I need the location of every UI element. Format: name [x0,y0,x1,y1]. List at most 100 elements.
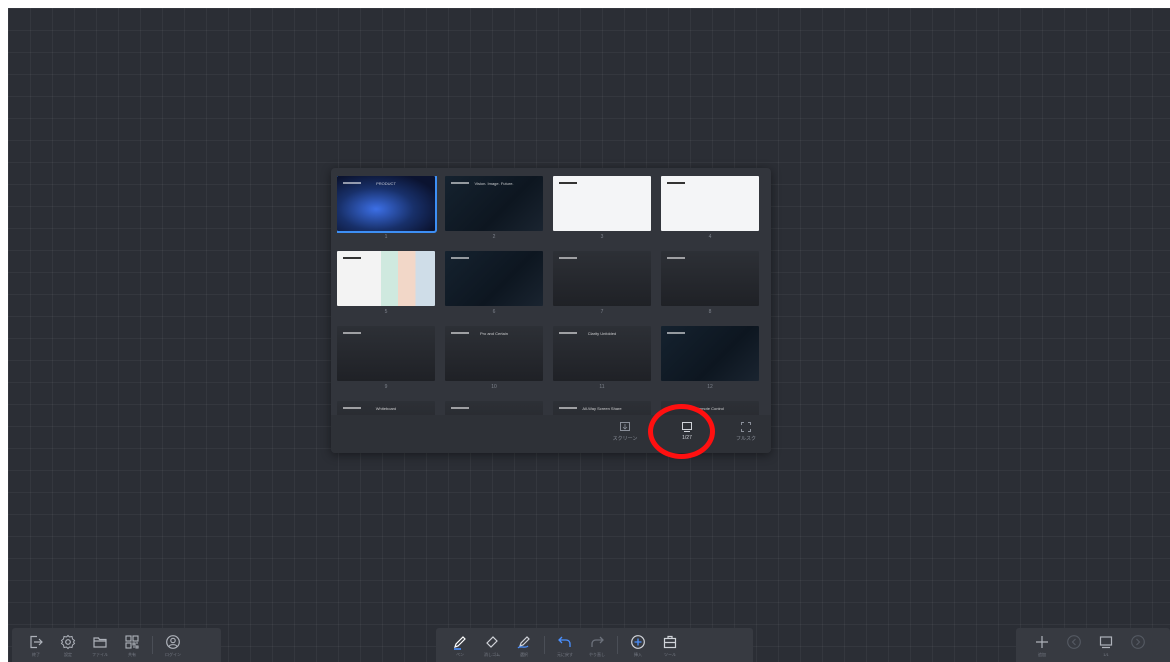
slide-thumbnail-image [337,251,435,306]
slide-thumbnail-grid[interactable]: PRODUCT 1 Vision. Image. Future. 2 3 4 5 6 7 8 9 Pr… [337,176,765,415]
previous-page-label [1058,652,1090,657]
slide-caption: Pro and Certain [479,331,508,336]
slide-thumbnail[interactable]: 4 [661,176,761,241]
right-toolbar: 追加 1/1 [1016,628,1170,662]
screen-button[interactable]: スクリーン [608,421,642,442]
slide-caption: Clarity Unfolded [587,331,617,336]
slide-header-mark [451,257,469,259]
slide-thumbnail-image: Vision. Image. Future. [445,176,543,231]
slide-number: 6 [492,309,496,315]
slide-thumbnail-image [445,401,543,415]
tools-label: ツール [664,651,676,657]
slide-header-mark [667,332,685,334]
exit-icon [30,635,43,648]
apps-button[interactable]: 共有 [116,634,148,657]
folder-icon [93,636,107,648]
toolbar-divider [617,636,618,654]
fullscreen-button[interactable]: フルスク [729,421,763,442]
annotation-circle [648,404,715,459]
insert-button[interactable]: 挿入 [622,634,654,657]
redo-button[interactable]: やり直し [581,634,613,657]
settings-label: 設定 [64,651,72,657]
settings-button[interactable]: 設定 [52,634,84,657]
pages-button[interactable]: 1/1 [1090,634,1122,657]
plus-icon [1036,635,1048,648]
toolbar-divider [544,636,545,654]
slide-thumbnail[interactable]: 12 [661,326,761,391]
account-label: ログイン [165,651,181,657]
slide-number: 4 [708,234,712,240]
next-page-button[interactable] [1122,634,1154,657]
slide-caption: Vision. Image. Future. [474,181,514,186]
select-button[interactable]: 選択 [508,634,540,657]
slide-thumbnail-image: All-Way Screen Share [553,401,651,415]
slide-thumbnail-image [661,326,759,381]
slide-thumbnail[interactable]: 8 [661,251,761,316]
left-toolbar: 終了 設定 ファイル 共有 ログイン [12,628,221,662]
slide-thumbnail-image [445,251,543,306]
pages-icon [1099,635,1113,648]
gear-icon [60,634,76,649]
slide-thumbnail[interactable]: 9 [337,326,437,391]
toolbar-divider [152,636,153,654]
lasso-pen-icon [517,635,530,648]
apps-label: 共有 [128,651,136,657]
slide-thumbnail-image: Clarity Unfolded [553,326,651,381]
slide-thumbnail[interactable]: PRODUCT 1 [337,176,437,241]
pen-button[interactable]: ペン [444,634,476,657]
slide-number: 11 [599,384,605,390]
slide-thumbnail[interactable]: 5 [337,251,437,316]
slide-number: 8 [708,309,712,315]
screen-icon [620,422,630,431]
slide-thumbnail[interactable]: Vision. Image. Future. 2 [445,176,545,241]
eraser-label: 消しゴム [484,651,500,657]
insert-label: 挿入 [634,651,642,657]
apps-grid-icon [125,634,139,649]
slide-number: 10 [491,384,497,390]
redo-label: やり直し [589,651,605,657]
redo-icon [591,636,604,647]
undo-button[interactable]: 元に戻す [549,634,581,657]
slide-header-mark [451,407,469,409]
slide-thumbnail[interactable]: 3 [553,176,653,241]
files-button[interactable]: ファイル [84,634,116,657]
slide-caption: All-Way Screen Share [582,406,622,411]
screen-label: スクリーン [612,436,638,442]
slide-thumbnail[interactable]: 7 [553,251,653,316]
undo-label: 元に戻す [557,651,573,657]
eraser-button[interactable]: 消しゴム [476,634,508,657]
slide-header-mark [559,182,577,184]
center-toolbar: ペン 消しゴム 選択 元に戻す やり直し 挿入 ツール [436,628,753,662]
tools-button[interactable]: ツール [654,634,686,657]
slide-thumbnail[interactable]: Pro and Certain 10 [445,326,545,391]
slide-thumbnail-image: PRODUCT [337,176,437,233]
account-button[interactable]: ログイン [157,634,189,657]
next-page-label [1122,652,1154,657]
slide-number: 5 [384,309,388,315]
pen-icon [454,635,466,650]
slide-header-mark [559,257,577,259]
slide-preview-panel: PRODUCT 1 Vision. Image. Future. 2 3 4 5 6 7 8 9 Pr… [331,168,771,453]
slide-caption: PRODUCT [376,181,396,186]
fullscreen-label: フルスク [735,436,756,442]
slide-caption: Whiteboard [375,406,397,411]
add-page-label: 追加 [1038,651,1046,657]
slide-number: 9 [384,384,388,390]
slide-thumbnail-image [661,176,759,231]
slide-thumbnail[interactable]: 6 [445,251,545,316]
slide-header-mark [343,257,361,259]
previous-page-button[interactable] [1058,634,1090,657]
slide-thumbnail[interactable]: All-Way Screen Share [553,401,653,415]
exit-button[interactable]: 終了 [20,634,52,657]
chevron-left-circle-icon [1067,634,1081,649]
add-page-button[interactable]: 追加 [1026,634,1058,657]
slide-number: 7 [600,309,604,315]
select-label: 選択 [520,651,528,657]
chevron-right-circle-icon [1131,634,1145,649]
whiteboard-canvas[interactable]: PRODUCT 1 Vision. Image. Future. 2 3 4 5 6 7 8 9 Pr… [8,8,1170,662]
slide-thumbnail-image: Whiteboard [337,401,435,415]
slide-thumbnail[interactable] [445,401,545,415]
slide-thumbnail[interactable]: Whiteboard [337,401,437,415]
slide-header-mark [667,182,685,184]
slide-thumbnail[interactable]: Clarity Unfolded 11 [553,326,653,391]
